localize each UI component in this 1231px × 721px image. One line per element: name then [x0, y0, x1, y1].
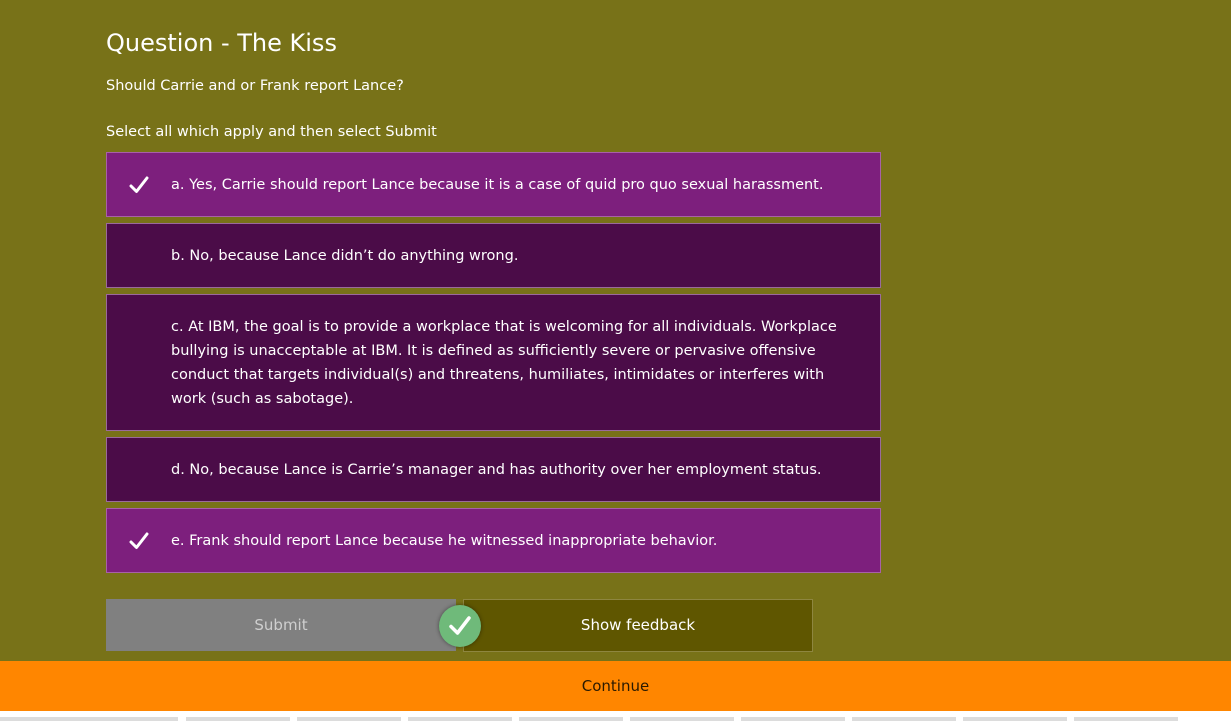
- progress-segment: [186, 717, 290, 721]
- progress-segment: [963, 717, 1067, 721]
- option-c-text: c. At IBM, the goal is to provide a work…: [171, 318, 837, 407]
- option-a-text: a. Yes, Carrie should report Lance becau…: [171, 176, 824, 193]
- correct-badge: [439, 605, 481, 647]
- option-d-text: d. No, because Lance is Carrie’s manager…: [171, 461, 822, 478]
- question-page: Question - The Kiss Should Carrie and or…: [0, 0, 1231, 721]
- continue-button[interactable]: Continue: [0, 661, 1231, 711]
- option-b-text: b. No, because Lance didn’t do anything …: [171, 247, 519, 264]
- correct-checkmark-icon: [449, 616, 471, 635]
- option-c[interactable]: c. At IBM, the goal is to provide a work…: [106, 294, 881, 431]
- option-d[interactable]: d. No, because Lance is Carrie’s manager…: [106, 437, 881, 502]
- question-title: Question - The Kiss: [106, 29, 337, 57]
- progress-segment: [1074, 717, 1178, 721]
- question-instruction: Select all which apply and then select S…: [106, 124, 437, 140]
- progress-segment: [519, 717, 623, 721]
- question-prompt: Should Carrie and or Frank report Lance?: [106, 78, 404, 94]
- submit-button[interactable]: Submit: [106, 599, 456, 651]
- progress-segment: [852, 717, 956, 721]
- progress-segment: [297, 717, 401, 721]
- checkmark-icon: [129, 532, 149, 549]
- option-b[interactable]: b. No, because Lance didn’t do anything …: [106, 223, 881, 288]
- show-feedback-button[interactable]: Show feedback: [463, 599, 813, 652]
- option-a[interactable]: a. Yes, Carrie should report Lance becau…: [106, 152, 881, 217]
- progress-segment: [630, 717, 734, 721]
- option-e[interactable]: e. Frank should report Lance because he …: [106, 508, 881, 573]
- progress-segment: [741, 717, 845, 721]
- progress-segment: [408, 717, 512, 721]
- page-progress-strip: [0, 711, 1231, 721]
- option-e-text: e. Frank should report Lance because he …: [171, 532, 718, 549]
- progress-segment: [74, 717, 178, 721]
- checkmark-icon: [129, 176, 149, 193]
